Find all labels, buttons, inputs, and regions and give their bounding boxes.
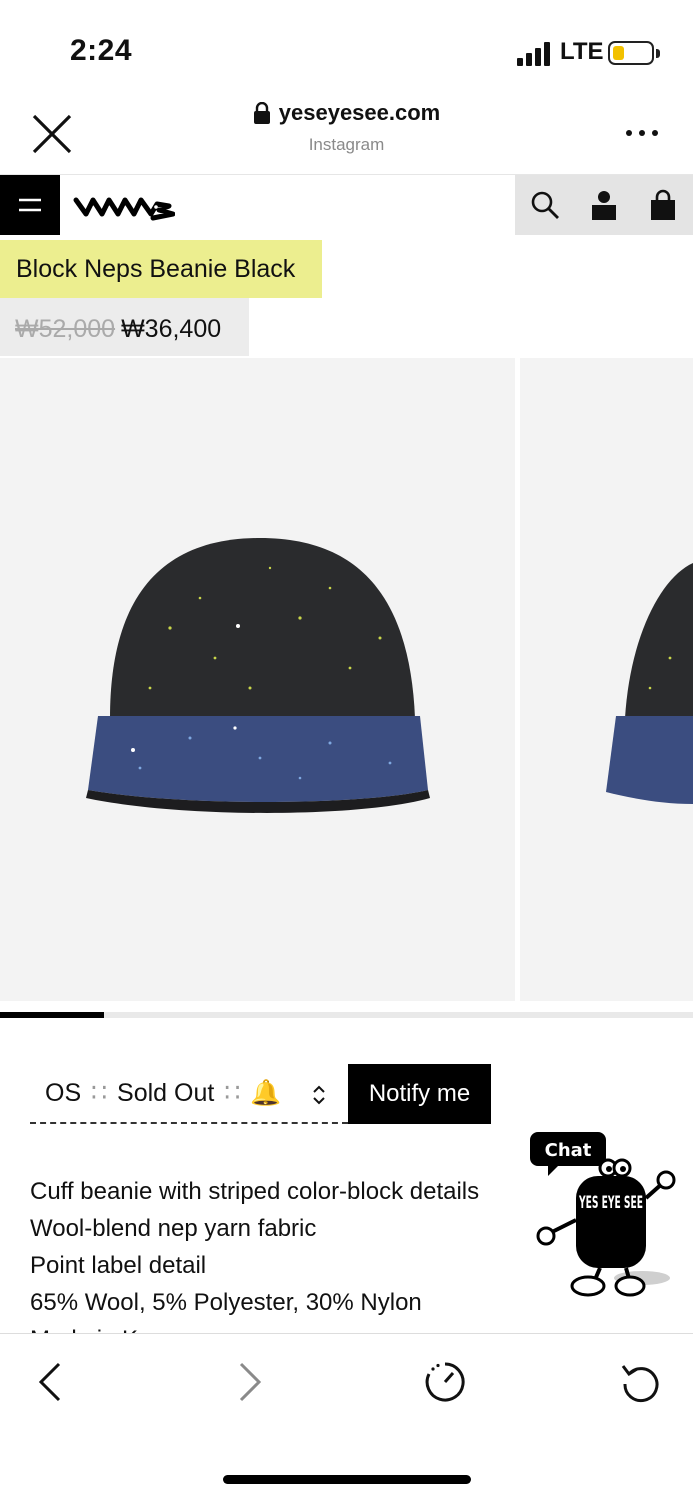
account-icon[interactable] — [588, 189, 620, 221]
url-bar[interactable]: yeseyesee.com — [0, 100, 693, 126]
forward-icon[interactable] — [227, 1360, 271, 1404]
url-text: yeseyesee.com — [278, 100, 441, 125]
chat-widget-button[interactable]: Chat YES EYE SEE — [530, 1128, 680, 1304]
product-title: Block Neps Beanie Black — [0, 240, 322, 298]
product-image-next[interactable] — [520, 358, 693, 1001]
beanie-image-partial — [606, 563, 693, 804]
reload-icon[interactable] — [619, 1360, 663, 1404]
chat-label: Chat — [545, 1140, 592, 1161]
cellular-signal-icon — [517, 42, 550, 66]
description-line: Point label detail — [30, 1252, 207, 1279]
chevron-updown-icon — [313, 1085, 325, 1105]
sale-price: ₩36,400 — [121, 315, 222, 343]
product-image-main[interactable] — [0, 358, 515, 1001]
source-label: Instagram — [308, 135, 385, 154]
back-icon[interactable] — [29, 1360, 73, 1404]
mascot-text: YES EYE SEE — [578, 1193, 643, 1213]
search-icon[interactable] — [529, 189, 561, 221]
variant-separator-2: ∷ — [224, 1079, 241, 1107]
nav-actions — [515, 175, 693, 235]
variant-separator: ∷ — [91, 1079, 108, 1107]
lock-icon — [253, 102, 270, 124]
description-line: 65% Wool, 5% Polyester, 30% Nylon — [30, 1289, 422, 1316]
price-block: ₩52,000 ₩36,400 — [0, 298, 249, 356]
hamburger-menu-button[interactable] — [0, 175, 60, 235]
size-variant-select[interactable]: OS ∷ Sold Out ∷ 🔔 — [30, 1070, 348, 1124]
bell-icon: 🔔 — [250, 1079, 282, 1107]
variant-size: OS — [45, 1079, 82, 1107]
description-line: Cuff beanie with striped color-block det… — [30, 1178, 480, 1205]
status-time: 2:24 — [70, 34, 133, 67]
home-indicator — [223, 1475, 471, 1484]
speedometer-icon[interactable] — [423, 1360, 467, 1404]
shopping-bag-icon[interactable] — [647, 189, 679, 221]
description-line: Wool-blend nep yarn fabric — [30, 1215, 317, 1242]
beanie-image — [86, 538, 430, 813]
product-description: Cuff beanie with striped color-block det… — [30, 1173, 550, 1334]
gallery-progress — [0, 1012, 693, 1018]
battery-icon — [608, 41, 654, 65]
notify-me-button[interactable]: Notify me — [348, 1064, 491, 1124]
brand-logo[interactable] — [73, 192, 175, 222]
more-options-icon[interactable] — [622, 118, 662, 148]
hamburger-icon — [19, 198, 41, 212]
original-price: ₩52,000 — [15, 315, 116, 343]
battery-cap — [656, 49, 660, 58]
variant-stock: Sold Out — [117, 1079, 215, 1107]
network-type: LTE — [560, 38, 604, 65]
